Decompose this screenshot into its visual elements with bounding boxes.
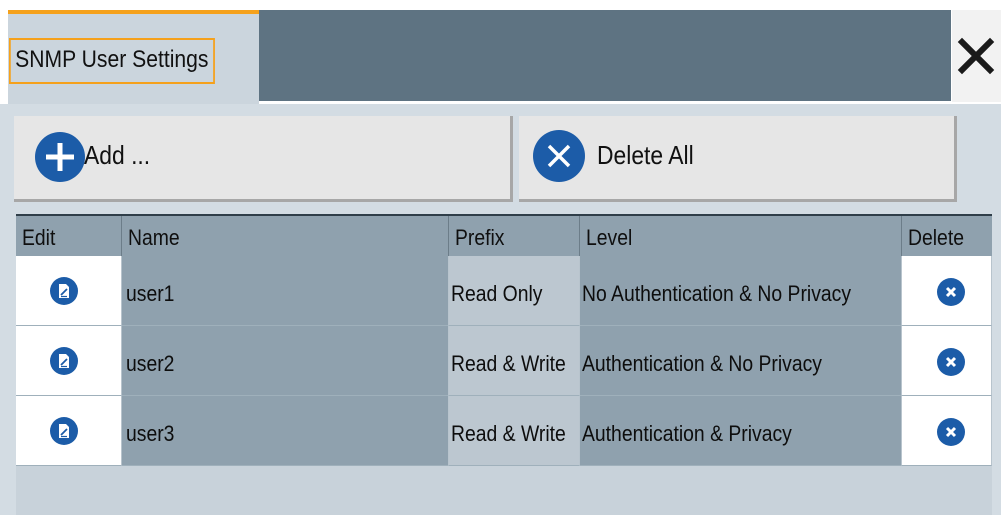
column-header-edit: Edit (16, 216, 122, 256)
edit-cell[interactable] (16, 396, 122, 466)
title-tab: SNMP User Settings (8, 10, 259, 104)
column-header-level[interactable]: Level (580, 216, 902, 256)
edit-cell[interactable] (16, 326, 122, 396)
title-bar-filler (259, 10, 951, 101)
title-bar: SNMP User Settings (0, 0, 1001, 104)
table-row[interactable]: user1 Read Only No Authentication & No P… (16, 256, 992, 326)
table-row[interactable]: user3 Read & Write Authentication & Priv… (16, 396, 992, 466)
close-button[interactable] (952, 10, 1001, 102)
prefix-cell[interactable]: Read & Write (449, 326, 580, 396)
level-cell[interactable]: No Authentication & No Privacy (580, 256, 902, 326)
table-row[interactable]: user2 Read & Write Authentication & No P… (16, 326, 992, 396)
name-cell[interactable]: user2 (122, 326, 449, 396)
delete-all-button[interactable]: Delete All (519, 116, 957, 202)
delete-cell[interactable] (902, 256, 992, 326)
column-header-prefix[interactable]: Prefix (449, 216, 580, 256)
edit-document-icon[interactable] (50, 417, 78, 445)
delete-cell[interactable] (902, 396, 992, 466)
column-header-delete: Delete (908, 225, 964, 250)
edit-document-icon[interactable] (50, 277, 78, 305)
edit-document-icon[interactable] (50, 347, 78, 375)
column-header-name[interactable]: Name (122, 216, 449, 256)
prefix-cell[interactable]: Read & Write (449, 396, 580, 466)
users-table: Edit Name Prefix Level Delete user1 Read… (16, 214, 992, 515)
x-circle-icon (533, 130, 585, 182)
add-button[interactable]: Add ... (14, 116, 513, 202)
add-button-label: Add ... (84, 140, 151, 170)
plus-circle-icon (35, 132, 85, 182)
close-icon (957, 37, 995, 75)
delete-x-icon[interactable] (937, 418, 965, 446)
delete-x-icon[interactable] (937, 348, 965, 376)
dialog-title: SNMP User Settings (9, 38, 215, 84)
delete-cell[interactable] (902, 326, 992, 396)
level-cell[interactable]: Authentication & No Privacy (580, 326, 902, 396)
name-cell[interactable]: user3 (122, 396, 449, 466)
dialog-content: Add ... Delete All Edit Name Prefix Leve… (8, 104, 1001, 515)
table-header: Edit Name Prefix Level Delete (16, 214, 992, 256)
delete-x-icon[interactable] (937, 278, 965, 306)
edit-cell[interactable] (16, 256, 122, 326)
level-cell[interactable]: Authentication & Privacy (580, 396, 902, 466)
name-cell[interactable]: user1 (122, 256, 449, 326)
delete-all-button-label: Delete All (597, 140, 694, 170)
prefix-cell[interactable]: Read Only (449, 256, 580, 326)
